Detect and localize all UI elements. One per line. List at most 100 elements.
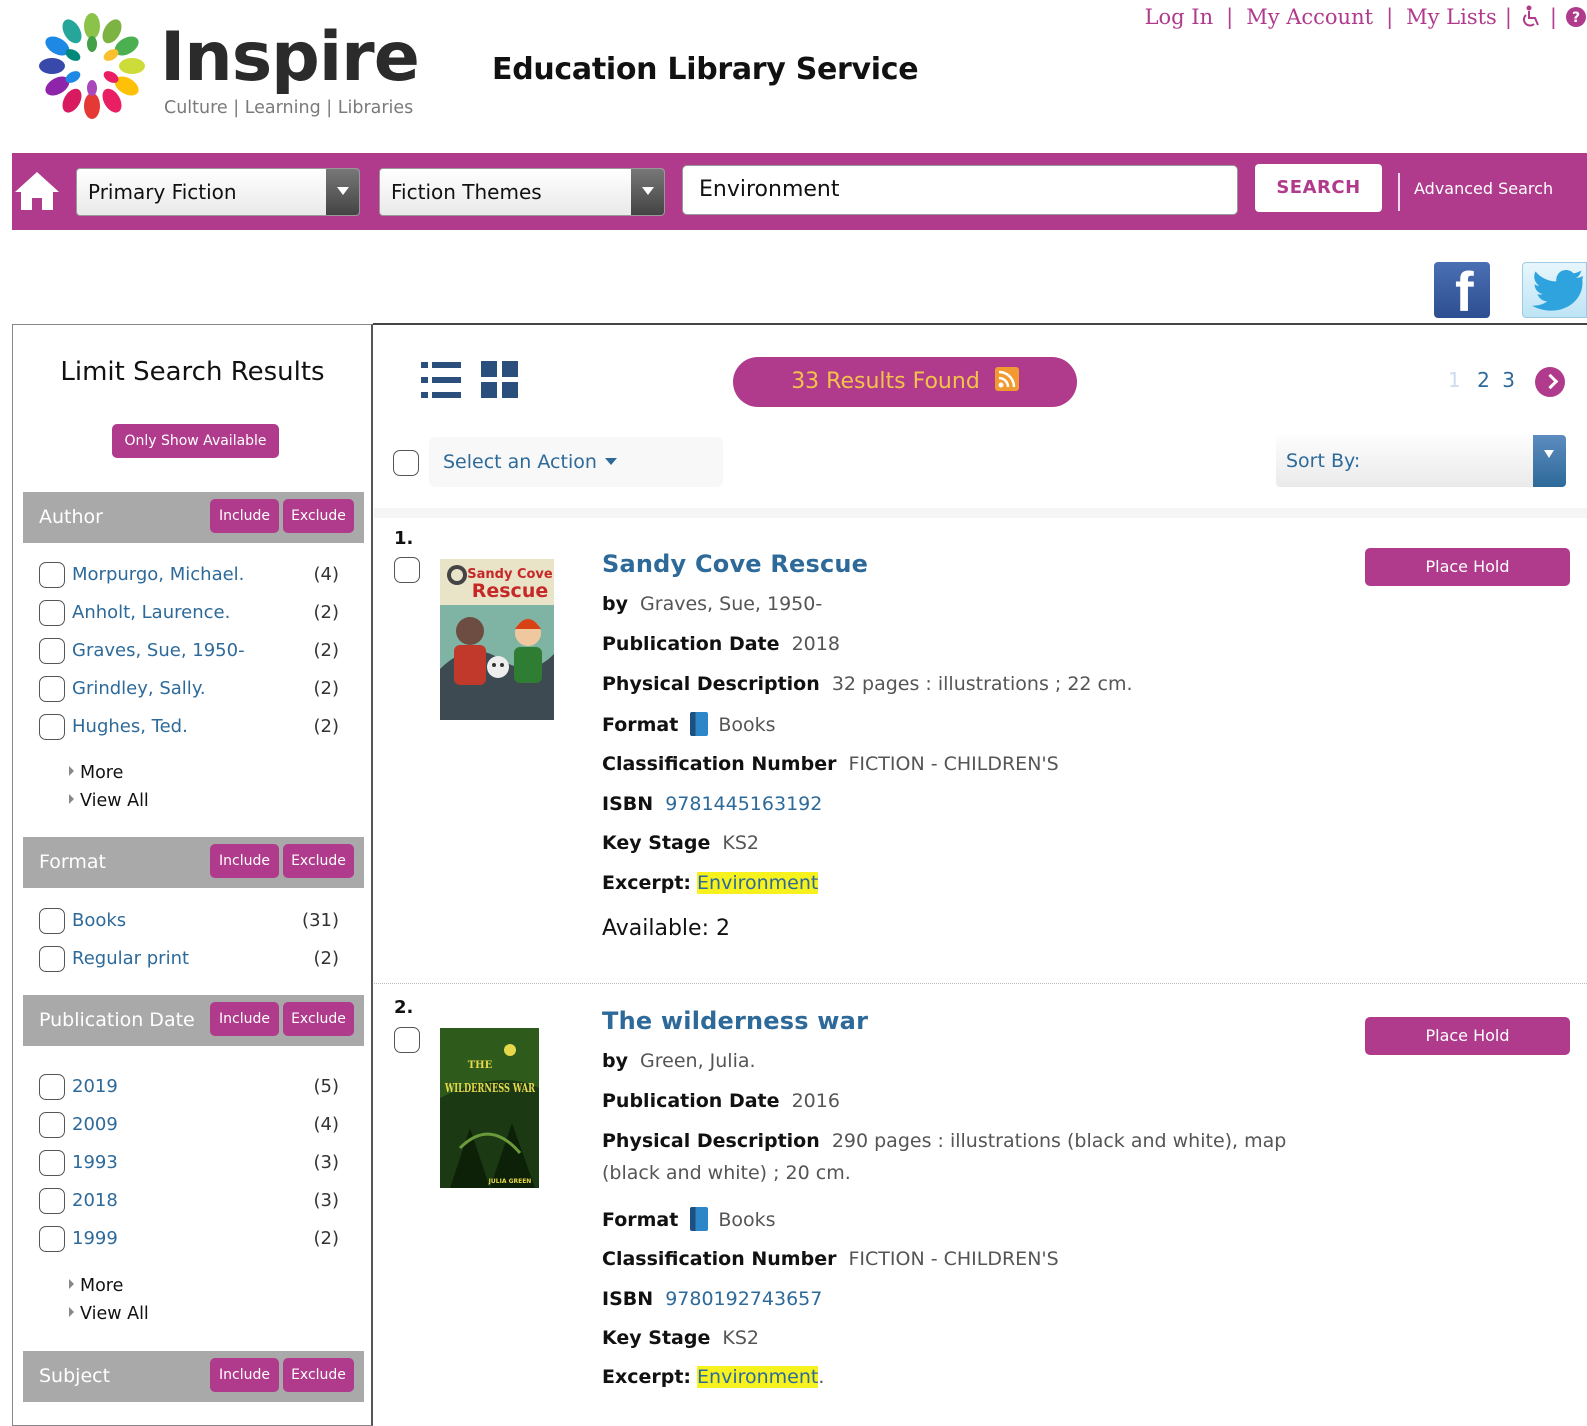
record-excerpt-row: Excerpt: Environment xyxy=(602,867,1322,899)
record-title-link[interactable]: Sandy Cove Rescue xyxy=(602,550,868,578)
record-checkbox[interactable] xyxy=(394,557,420,583)
select-action-dropdown[interactable]: Select an Action xyxy=(429,437,723,487)
facet-checkbox[interactable] xyxy=(39,1112,65,1138)
facet-header-format[interactable]: Format Include Exclude xyxy=(23,837,364,888)
field-label: Format xyxy=(602,714,679,736)
facet-item-label[interactable]: 1999 xyxy=(72,1228,118,1249)
place-hold-button[interactable]: Place Hold xyxy=(1365,548,1570,586)
facet-checkbox[interactable] xyxy=(39,600,65,626)
facet-item-label[interactable]: 2019 xyxy=(72,1076,118,1097)
facebook-icon[interactable]: f xyxy=(1434,262,1490,320)
page-link[interactable]: 3 xyxy=(1502,368,1515,392)
home-icon[interactable] xyxy=(12,166,62,216)
field-label: by xyxy=(602,593,628,615)
help-icon[interactable]: ? xyxy=(1565,6,1587,28)
field-label: Format xyxy=(602,1209,679,1231)
select-all-checkbox[interactable] xyxy=(393,450,419,476)
exclude-button[interactable]: Exclude xyxy=(283,499,354,533)
facet-checkbox[interactable] xyxy=(39,1150,65,1176)
page-link[interactable]: 2 xyxy=(1477,368,1490,392)
facet-item[interactable]: Regular print (2) xyxy=(39,944,339,974)
facet-checkbox[interactable] xyxy=(39,1188,65,1214)
my-account-link[interactable]: My Account xyxy=(1246,5,1373,29)
facet-item-label[interactable]: Morpurgo, Michael. xyxy=(72,564,244,585)
view-all-link[interactable]: View All xyxy=(69,1304,149,1324)
facet-item[interactable]: Grindley, Sally. (2) xyxy=(39,674,339,704)
facet-checkbox[interactable] xyxy=(39,638,65,664)
twitter-icon[interactable] xyxy=(1522,262,1587,318)
facet-item-label[interactable]: Anholt, Laurence. xyxy=(72,602,230,623)
cover-author: JULIA GREEN xyxy=(488,1178,532,1185)
include-button[interactable]: Include xyxy=(210,499,279,533)
exclude-button[interactable]: Exclude xyxy=(283,1358,354,1392)
book-cover-image[interactable]: Sandy Cove Rescue xyxy=(440,559,554,720)
record-physical-row: Physical Description 290 pages : illustr… xyxy=(602,1125,1322,1189)
next-page-icon[interactable] xyxy=(1535,367,1565,397)
more-link[interactable]: More xyxy=(69,1276,123,1296)
subcategory-select[interactable]: Fiction Themes xyxy=(379,168,665,216)
more-link[interactable]: More xyxy=(69,763,123,783)
record-author: Green, Julia. xyxy=(640,1050,756,1072)
facet-item-count: (31) xyxy=(302,910,339,931)
view-all-link[interactable]: View All xyxy=(69,791,149,811)
my-lists-link[interactable]: My Lists xyxy=(1406,5,1497,29)
record-isbn[interactable]: 9781445163192 xyxy=(665,793,822,815)
login-link[interactable]: Log In xyxy=(1145,5,1214,29)
exclude-button[interactable]: Exclude xyxy=(283,844,354,878)
category-select[interactable]: Primary Fiction xyxy=(76,168,360,216)
include-button[interactable]: Include xyxy=(210,844,279,878)
facet-item-label[interactable]: 2009 xyxy=(72,1114,118,1135)
facet-item-label[interactable]: 1993 xyxy=(72,1152,118,1173)
grid-view-icon[interactable] xyxy=(481,360,519,400)
logo-tagline: Culture | Learning | Libraries xyxy=(164,98,414,118)
sort-by-select[interactable]: Sort By: xyxy=(1276,435,1566,487)
facet-item[interactable]: 2019 (5) xyxy=(39,1072,339,1102)
include-button[interactable]: Include xyxy=(210,1002,279,1036)
facet-item[interactable]: Morpurgo, Michael. (4) xyxy=(39,560,339,590)
facet-item-label[interactable]: Graves, Sue, 1950- xyxy=(72,640,245,661)
facet-item[interactable]: 2009 (4) xyxy=(39,1110,339,1140)
facet-checkbox[interactable] xyxy=(39,676,65,702)
facet-item[interactable]: 1999 (2) xyxy=(39,1224,339,1254)
cover-title-line1: THE xyxy=(468,1060,493,1071)
search-input[interactable]: Environment xyxy=(682,165,1238,215)
facet-checkbox[interactable] xyxy=(39,1074,65,1100)
accessibility-icon[interactable] xyxy=(1520,5,1542,29)
facet-item-label[interactable]: Hughes, Ted. xyxy=(72,716,188,737)
book-cover-image[interactable]: THE WILDERNESS WAR JULIA GREEN xyxy=(440,1028,539,1188)
facet-item-label[interactable]: Grindley, Sally. xyxy=(72,678,206,699)
facet-item-label[interactable]: Regular print xyxy=(72,948,189,969)
facet-item[interactable]: 1993 (3) xyxy=(39,1148,339,1178)
facet-checkbox[interactable] xyxy=(39,562,65,588)
facet-checkbox[interactable] xyxy=(39,908,65,934)
inspire-logo[interactable]: Inspire Culture | Learning | Libraries xyxy=(34,8,420,126)
facet-item[interactable]: Anholt, Laurence. (2) xyxy=(39,598,339,628)
facet-item[interactable]: 2018 (3) xyxy=(39,1186,339,1216)
facet-item-count: (2) xyxy=(313,716,340,737)
facet-item[interactable]: Hughes, Ted. (2) xyxy=(39,712,339,742)
rss-icon[interactable] xyxy=(994,367,1019,391)
facet-item[interactable]: Books (31) xyxy=(39,906,339,936)
place-hold-button[interactable]: Place Hold xyxy=(1365,1017,1570,1055)
search-button[interactable]: SEARCH xyxy=(1255,164,1382,212)
facet-header-publication-date[interactable]: Publication Date Include Exclude xyxy=(23,995,364,1046)
exclude-button[interactable]: Exclude xyxy=(283,1002,354,1036)
facet-header-subject[interactable]: Subject Include Exclude xyxy=(23,1351,364,1402)
facet-checkbox[interactable] xyxy=(39,1226,65,1252)
advanced-search-link[interactable]: Advanced Search xyxy=(1414,179,1553,198)
facet-checkbox[interactable] xyxy=(39,714,65,740)
facet-item[interactable]: Graves, Sue, 1950- (2) xyxy=(39,636,339,666)
facet-item-label[interactable]: Books xyxy=(72,910,126,931)
facet-header-author[interactable]: Author Include Exclude xyxy=(23,492,364,543)
facet-item-count: (5) xyxy=(313,1076,340,1097)
record-isbn[interactable]: 9780192743657 xyxy=(665,1288,822,1310)
list-view-icon[interactable] xyxy=(421,360,461,400)
only-show-available-button[interactable]: Only Show Available xyxy=(112,424,279,458)
facet-checkbox[interactable] xyxy=(39,946,65,972)
record-checkbox[interactable] xyxy=(394,1027,420,1053)
facet-title: Format xyxy=(39,851,106,873)
include-button[interactable]: Include xyxy=(210,1358,279,1392)
record-title-link[interactable]: The wilderness war xyxy=(602,1007,868,1035)
facet-item-label[interactable]: 2018 xyxy=(72,1190,118,1211)
record-pubdate: 2016 xyxy=(791,1090,840,1112)
